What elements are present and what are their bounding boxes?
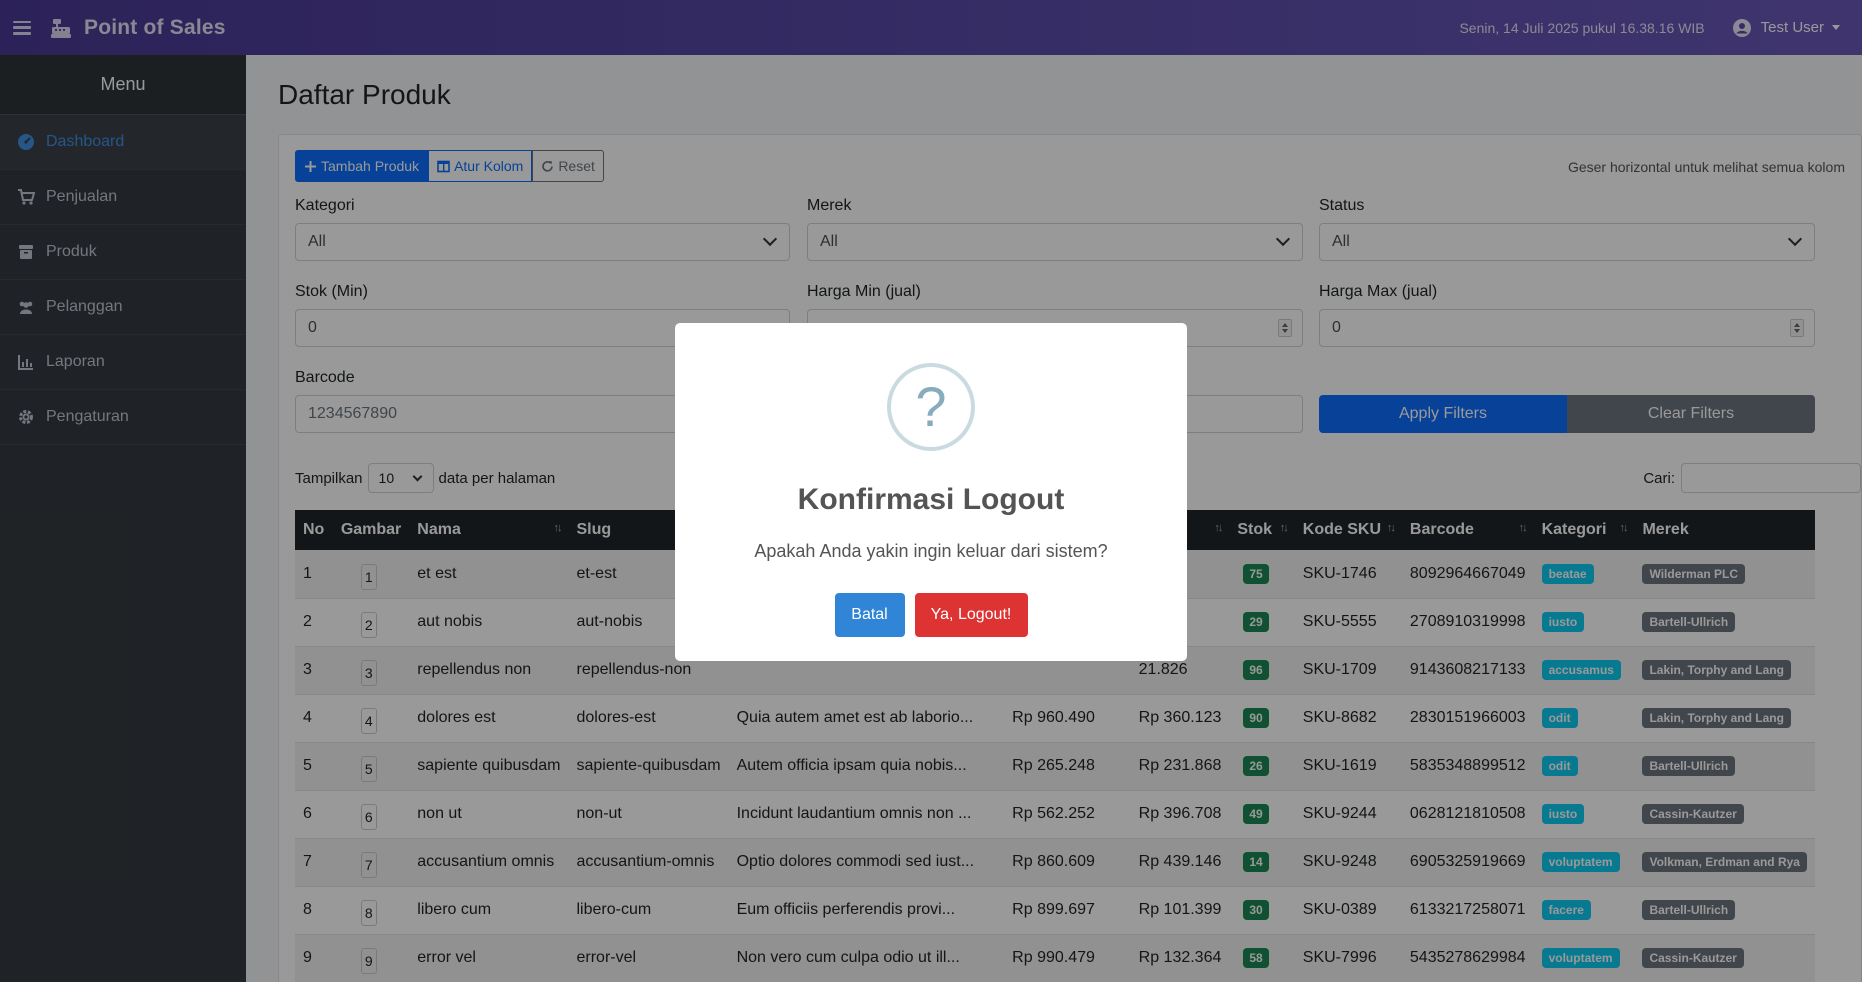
cancel-button[interactable]: Batal [834,593,905,637]
question-icon: ? [887,363,975,451]
dialog-message: Apakah Anda yakin ingin keluar dari sist… [754,541,1108,561]
dialog-title: Konfirmasi Logout [797,483,1065,516]
dialog-actions: Batal Ya, Logout! [675,593,1187,637]
confirm-logout-button[interactable]: Ya, Logout! [914,593,1028,637]
logout-confirm-dialog: ? Konfirmasi Logout Apakah Anda yakin in… [675,323,1187,661]
